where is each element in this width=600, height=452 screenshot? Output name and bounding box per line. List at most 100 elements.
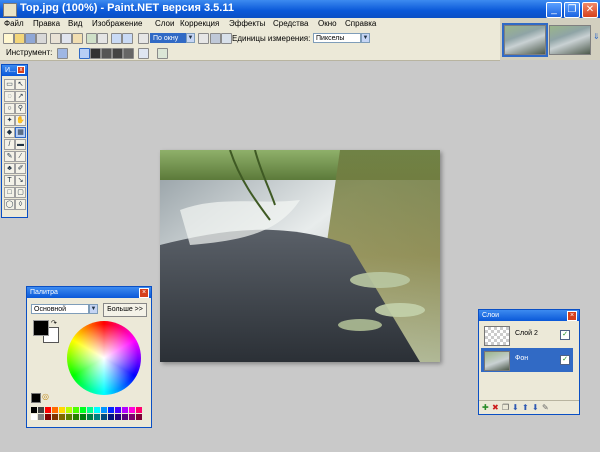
- layers-close-icon[interactable]: ×: [567, 311, 577, 321]
- color-wheel-icon[interactable]: [67, 321, 141, 395]
- swatch[interactable]: [38, 407, 44, 413]
- swatch[interactable]: [66, 414, 72, 420]
- swatch[interactable]: [45, 407, 51, 413]
- ruler-icon[interactable]: [221, 33, 232, 44]
- swatch[interactable]: [101, 407, 107, 413]
- add-layer-icon[interactable]: ✚: [482, 403, 489, 412]
- swap-colors-icon[interactable]: ↷: [51, 319, 57, 327]
- swatch[interactable]: [59, 414, 65, 420]
- layer-visibility-checkbox[interactable]: ✓: [560, 355, 570, 365]
- maximize-button[interactable]: ❐: [564, 2, 580, 18]
- eraser-icon[interactable]: ▬: [15, 139, 26, 150]
- swatch[interactable]: [52, 407, 58, 413]
- menu-effects[interactable]: Эффекты: [229, 19, 265, 28]
- copy-icon[interactable]: [61, 33, 72, 44]
- rounded-rectangle-icon[interactable]: ▢: [15, 187, 26, 198]
- duplicate-layer-icon[interactable]: ❐: [502, 403, 509, 412]
- antialias-icon[interactable]: [138, 48, 149, 59]
- swatch[interactable]: [108, 407, 114, 413]
- layer-row-background[interactable]: Фон ✓: [481, 348, 573, 372]
- title-bar[interactable]: Top.jpg (100%) - Paint.NET версия 3.5.11…: [0, 0, 600, 18]
- new-icon[interactable]: [3, 33, 14, 44]
- freeform-shape-icon[interactable]: ◊: [15, 199, 26, 210]
- undo-icon[interactable]: [111, 33, 122, 44]
- swatch[interactable]: [136, 407, 142, 413]
- selection-mode-exclude-icon[interactable]: [101, 48, 112, 59]
- primary-color-swatch[interactable]: [33, 320, 49, 336]
- grid-icon[interactable]: [210, 33, 221, 44]
- tools-window-close-icon[interactable]: x: [17, 66, 25, 74]
- rectangle-select-icon[interactable]: ▭: [4, 79, 15, 90]
- menu-view[interactable]: Вид: [68, 19, 82, 28]
- swatch[interactable]: [38, 414, 44, 420]
- move-layer-up-icon[interactable]: ⬆: [522, 403, 529, 412]
- zoom-dropdown[interactable]: ▼: [186, 33, 195, 43]
- swatch[interactable]: [73, 414, 79, 420]
- rectangle-shape-icon[interactable]: □: [4, 187, 15, 198]
- reset-colors-icon[interactable]: [31, 393, 41, 403]
- zoom-tool-icon[interactable]: ⚲: [15, 103, 26, 114]
- swatch[interactable]: [115, 407, 121, 413]
- paste-icon[interactable]: [72, 33, 83, 44]
- close-button[interactable]: ✕: [582, 2, 598, 18]
- menu-image[interactable]: Изображение: [92, 19, 142, 28]
- swatch[interactable]: [87, 407, 93, 413]
- layers-window[interactable]: Слои × Слой 2 ✓ Фон ✓ ✚ ✖ ❐ ⬇ ⬆ ⬇ ✎: [478, 309, 580, 415]
- swatch[interactable]: [80, 414, 86, 420]
- blend-mode-icon[interactable]: [157, 48, 168, 59]
- selection-mode-intersect-icon[interactable]: [112, 48, 123, 59]
- zoom-icon[interactable]: [138, 33, 149, 44]
- swatch[interactable]: [94, 407, 100, 413]
- menu-help[interactable]: Справка: [345, 19, 376, 28]
- units-select[interactable]: Пикселы: [313, 33, 361, 43]
- swatch[interactable]: [129, 414, 135, 420]
- swatch-white[interactable]: [31, 414, 37, 420]
- pencil-icon[interactable]: ✎: [4, 151, 15, 162]
- swatch[interactable]: [52, 414, 58, 420]
- swatch[interactable]: [136, 414, 142, 420]
- palette-options-icon[interactable]: ◎: [42, 392, 49, 401]
- swatch[interactable]: [59, 407, 65, 413]
- swatch-black[interactable]: [31, 407, 37, 413]
- layer-visibility-checkbox[interactable]: ✓: [560, 330, 570, 340]
- open-icon[interactable]: [14, 33, 25, 44]
- redo-icon[interactable]: [122, 33, 133, 44]
- menu-window[interactable]: Окно: [318, 19, 337, 28]
- thumbnail-second-image[interactable]: [549, 25, 591, 55]
- swatch[interactable]: [80, 407, 86, 413]
- merge-layer-icon[interactable]: ⬇: [512, 403, 519, 412]
- ellipse-select-icon[interactable]: ○: [4, 103, 15, 114]
- swatch[interactable]: [66, 407, 72, 413]
- recolor-icon[interactable]: ✐: [15, 163, 26, 174]
- tools-window[interactable]: И... x ▭ ↖ ◌ ↗ ○ ⚲ ✦ ✋ ◆ ▦ / ▬ ✎ ⁄ ♣ ✐ T…: [1, 64, 28, 218]
- selection-mode-union-icon[interactable]: [90, 48, 101, 59]
- swatch[interactable]: [122, 407, 128, 413]
- swatch[interactable]: [87, 414, 93, 420]
- paint-bucket-icon[interactable]: ◆: [4, 127, 15, 138]
- thumbnail-top-jpg[interactable]: [502, 23, 548, 57]
- menu-adjustments[interactable]: Коррекция: [180, 19, 219, 28]
- pan-tool-icon[interactable]: ✋: [15, 115, 26, 126]
- zoom-field[interactable]: По окну: [150, 33, 186, 43]
- menu-edit[interactable]: Правка: [33, 19, 60, 28]
- deselect-icon[interactable]: [97, 33, 108, 44]
- gradient-tool-icon[interactable]: ▦: [15, 127, 26, 138]
- swatch[interactable]: [122, 414, 128, 420]
- current-tool-icon[interactable]: [57, 48, 68, 59]
- text-tool-icon[interactable]: T: [4, 175, 15, 186]
- selection-mode-replace-icon[interactable]: [79, 48, 90, 59]
- image-canvas[interactable]: [160, 150, 440, 362]
- zoom-in-icon[interactable]: [198, 33, 209, 44]
- swatch[interactable]: [101, 414, 107, 420]
- move-layer-down-icon[interactable]: ⬇: [532, 403, 539, 412]
- layer-properties-icon[interactable]: ✎: [542, 403, 549, 412]
- swatch[interactable]: [45, 414, 51, 420]
- selection-mode-invert-icon[interactable]: [123, 48, 134, 59]
- swatch[interactable]: [129, 407, 135, 413]
- cut-icon[interactable]: [50, 33, 61, 44]
- menu-file[interactable]: Файл: [4, 19, 24, 28]
- lasso-select-icon[interactable]: ◌: [4, 91, 15, 102]
- layer-row-layer2[interactable]: Слой 2 ✓: [481, 323, 573, 347]
- crop-icon[interactable]: [86, 33, 97, 44]
- clone-stamp-icon[interactable]: ♣: [4, 163, 15, 174]
